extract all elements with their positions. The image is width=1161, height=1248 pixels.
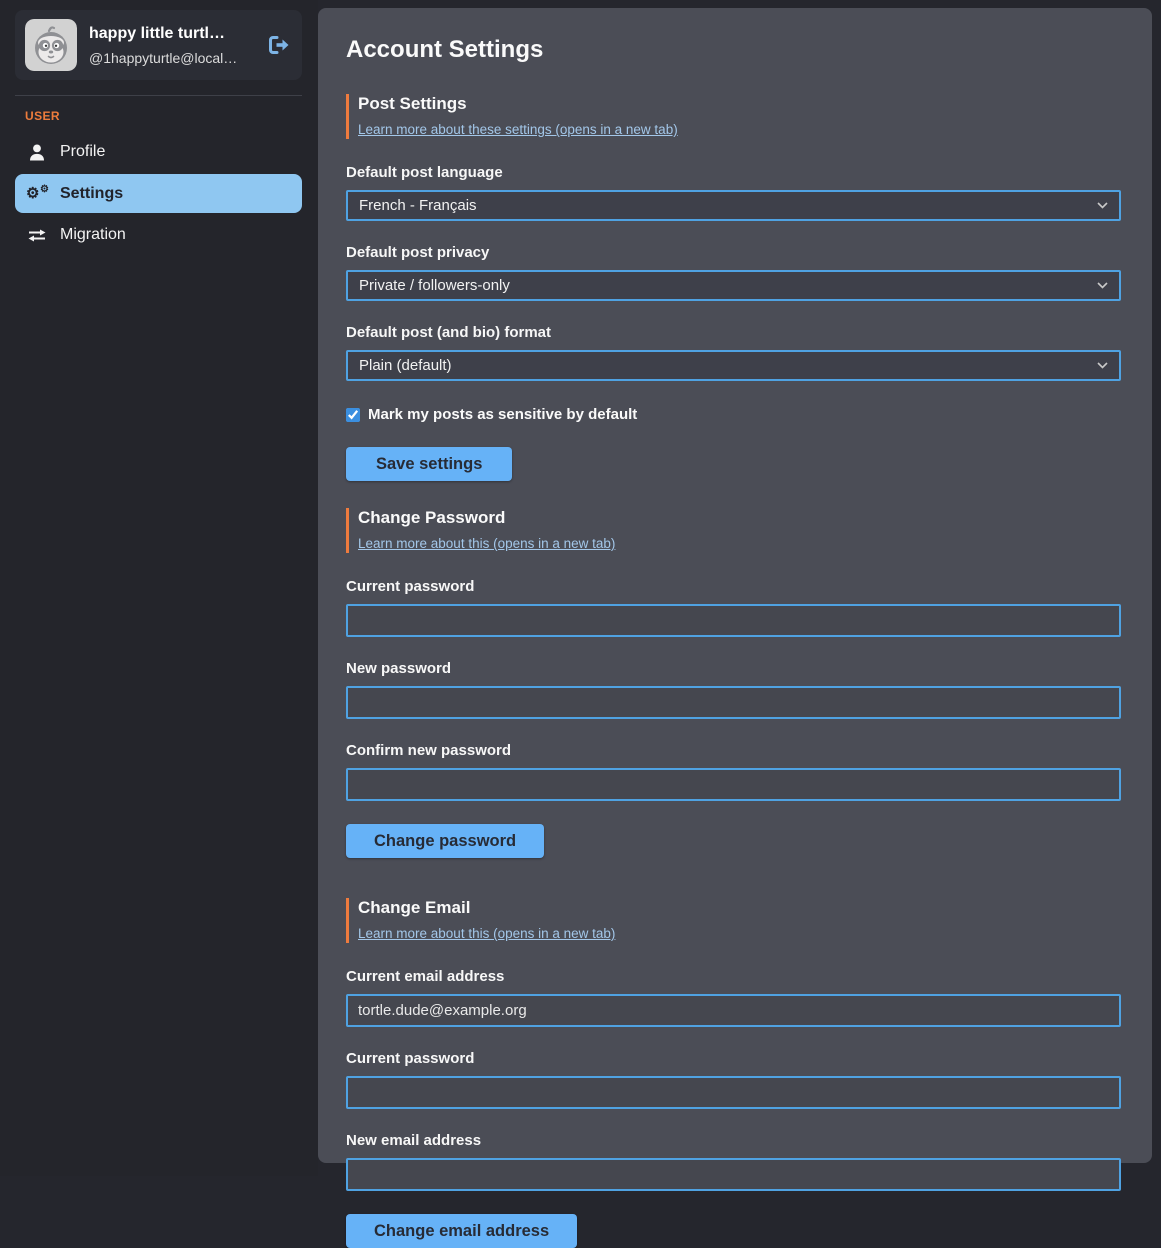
account-settings-panel: Account Settings Post Settings Learn mor… — [318, 8, 1152, 1163]
sensitive-default-checkbox[interactable] — [346, 408, 360, 422]
default-post-privacy-field: Default post privacy Private / followers… — [346, 244, 1121, 301]
confirm-new-password-field: Confirm new password — [346, 742, 1121, 801]
logout-button[interactable] — [267, 35, 291, 55]
page-title: Account Settings — [346, 36, 1121, 64]
chevron-down-icon — [1097, 202, 1108, 209]
field-label: Default post privacy — [346, 244, 1121, 261]
change-password-header: Change Password Learn more about this (o… — [346, 508, 1121, 553]
sensitive-default-row: Mark my posts as sensitive by default — [346, 406, 1121, 423]
new-password-field: New password — [346, 660, 1121, 719]
transfer-arrows-icon — [27, 229, 46, 242]
field-label: Default post (and bio) format — [346, 324, 1121, 341]
email-current-password-field: Current password — [346, 1050, 1121, 1109]
default-post-privacy-select[interactable]: Private / followers-only — [346, 270, 1121, 301]
sidebar-item-settings[interactable]: ⚙⚙ Settings — [15, 174, 302, 213]
new-password-input[interactable] — [346, 686, 1121, 719]
default-post-format-select[interactable]: Plain (default) — [346, 350, 1121, 381]
sidebar-item-label: Profile — [60, 143, 105, 161]
sensitive-default-label: Mark my posts as sensitive by default — [368, 406, 637, 423]
nav-section-label: USER — [25, 109, 302, 123]
change-email-header: Change Email Learn more about this (open… — [346, 898, 1121, 943]
save-settings-button[interactable]: Save settings — [346, 447, 512, 481]
section-title: Change Email — [358, 898, 1121, 918]
default-post-language-field: Default post language French - Français — [346, 164, 1121, 221]
post-settings-header: Post Settings Learn more about these set… — [346, 94, 1121, 139]
change-email-button[interactable]: Change email address — [346, 1214, 577, 1248]
sloth-avatar — [25, 19, 77, 71]
field-label: Default post language — [346, 164, 1121, 181]
select-value: Private / followers-only — [359, 277, 510, 294]
user-names: happy little turtl… @1happyturtle@local… — [89, 25, 255, 66]
default-post-language-select[interactable]: French - Français — [346, 190, 1121, 221]
sidebar-item-profile[interactable]: Profile — [15, 133, 302, 171]
field-label: Current password — [346, 578, 1121, 595]
change-password-button[interactable]: Change password — [346, 824, 544, 858]
select-value: French - Français — [359, 197, 477, 214]
user-icon — [27, 144, 46, 161]
change-email-section: Change Email Learn more about this (open… — [346, 898, 1121, 1248]
section-title: Change Password — [358, 508, 1121, 528]
section-title: Post Settings — [358, 94, 1121, 114]
change-email-learn-more-link[interactable]: Learn more about this (opens in a new ta… — [358, 926, 615, 941]
user-handle: @1happyturtle@local… — [89, 50, 255, 66]
field-label: Confirm new password — [346, 742, 1121, 759]
gears-icon: ⚙⚙ — [27, 184, 46, 203]
confirm-new-password-input[interactable] — [346, 768, 1121, 801]
section-spacer — [346, 858, 1121, 885]
sign-out-icon — [267, 35, 291, 55]
change-password-learn-more-link[interactable]: Learn more about this (opens in a new ta… — [358, 536, 615, 551]
post-settings-section: Post Settings Learn more about these set… — [346, 94, 1121, 481]
user-card: happy little turtl… @1happyturtle@local… — [15, 10, 302, 80]
field-label: New email address — [346, 1132, 1121, 1149]
current-email-field: Current email address — [346, 968, 1121, 1027]
new-email-field: New email address — [346, 1132, 1121, 1191]
sidebar-item-label: Migration — [60, 226, 126, 244]
select-value: Plain (default) — [359, 357, 452, 374]
sidebar: happy little turtl… @1happyturtle@local…… — [0, 0, 318, 1176]
display-name: happy little turtl… — [89, 25, 255, 43]
email-current-password-input[interactable] — [346, 1076, 1121, 1109]
chevron-down-icon — [1097, 362, 1108, 369]
current-password-input[interactable] — [346, 604, 1121, 637]
current-password-field: Current password — [346, 578, 1121, 637]
field-label: Current email address — [346, 968, 1121, 985]
post-settings-learn-more-link[interactable]: Learn more about these settings (opens i… — [358, 122, 678, 137]
field-label: Current password — [346, 1050, 1121, 1067]
app-layout: happy little turtl… @1happyturtle@local…… — [0, 0, 1161, 1176]
sidebar-item-migration[interactable]: Migration — [15, 216, 302, 254]
section-spacer — [346, 481, 1121, 508]
chevron-down-icon — [1097, 282, 1108, 289]
default-post-format-field: Default post (and bio) format Plain (def… — [346, 324, 1121, 381]
section-spacer — [346, 885, 1121, 898]
sidebar-divider — [15, 95, 302, 96]
change-password-section: Change Password Learn more about this (o… — [346, 508, 1121, 858]
sidebar-item-label: Settings — [60, 185, 123, 203]
field-label: New password — [346, 660, 1121, 677]
current-email-input[interactable] — [346, 994, 1121, 1027]
new-email-input[interactable] — [346, 1158, 1121, 1191]
